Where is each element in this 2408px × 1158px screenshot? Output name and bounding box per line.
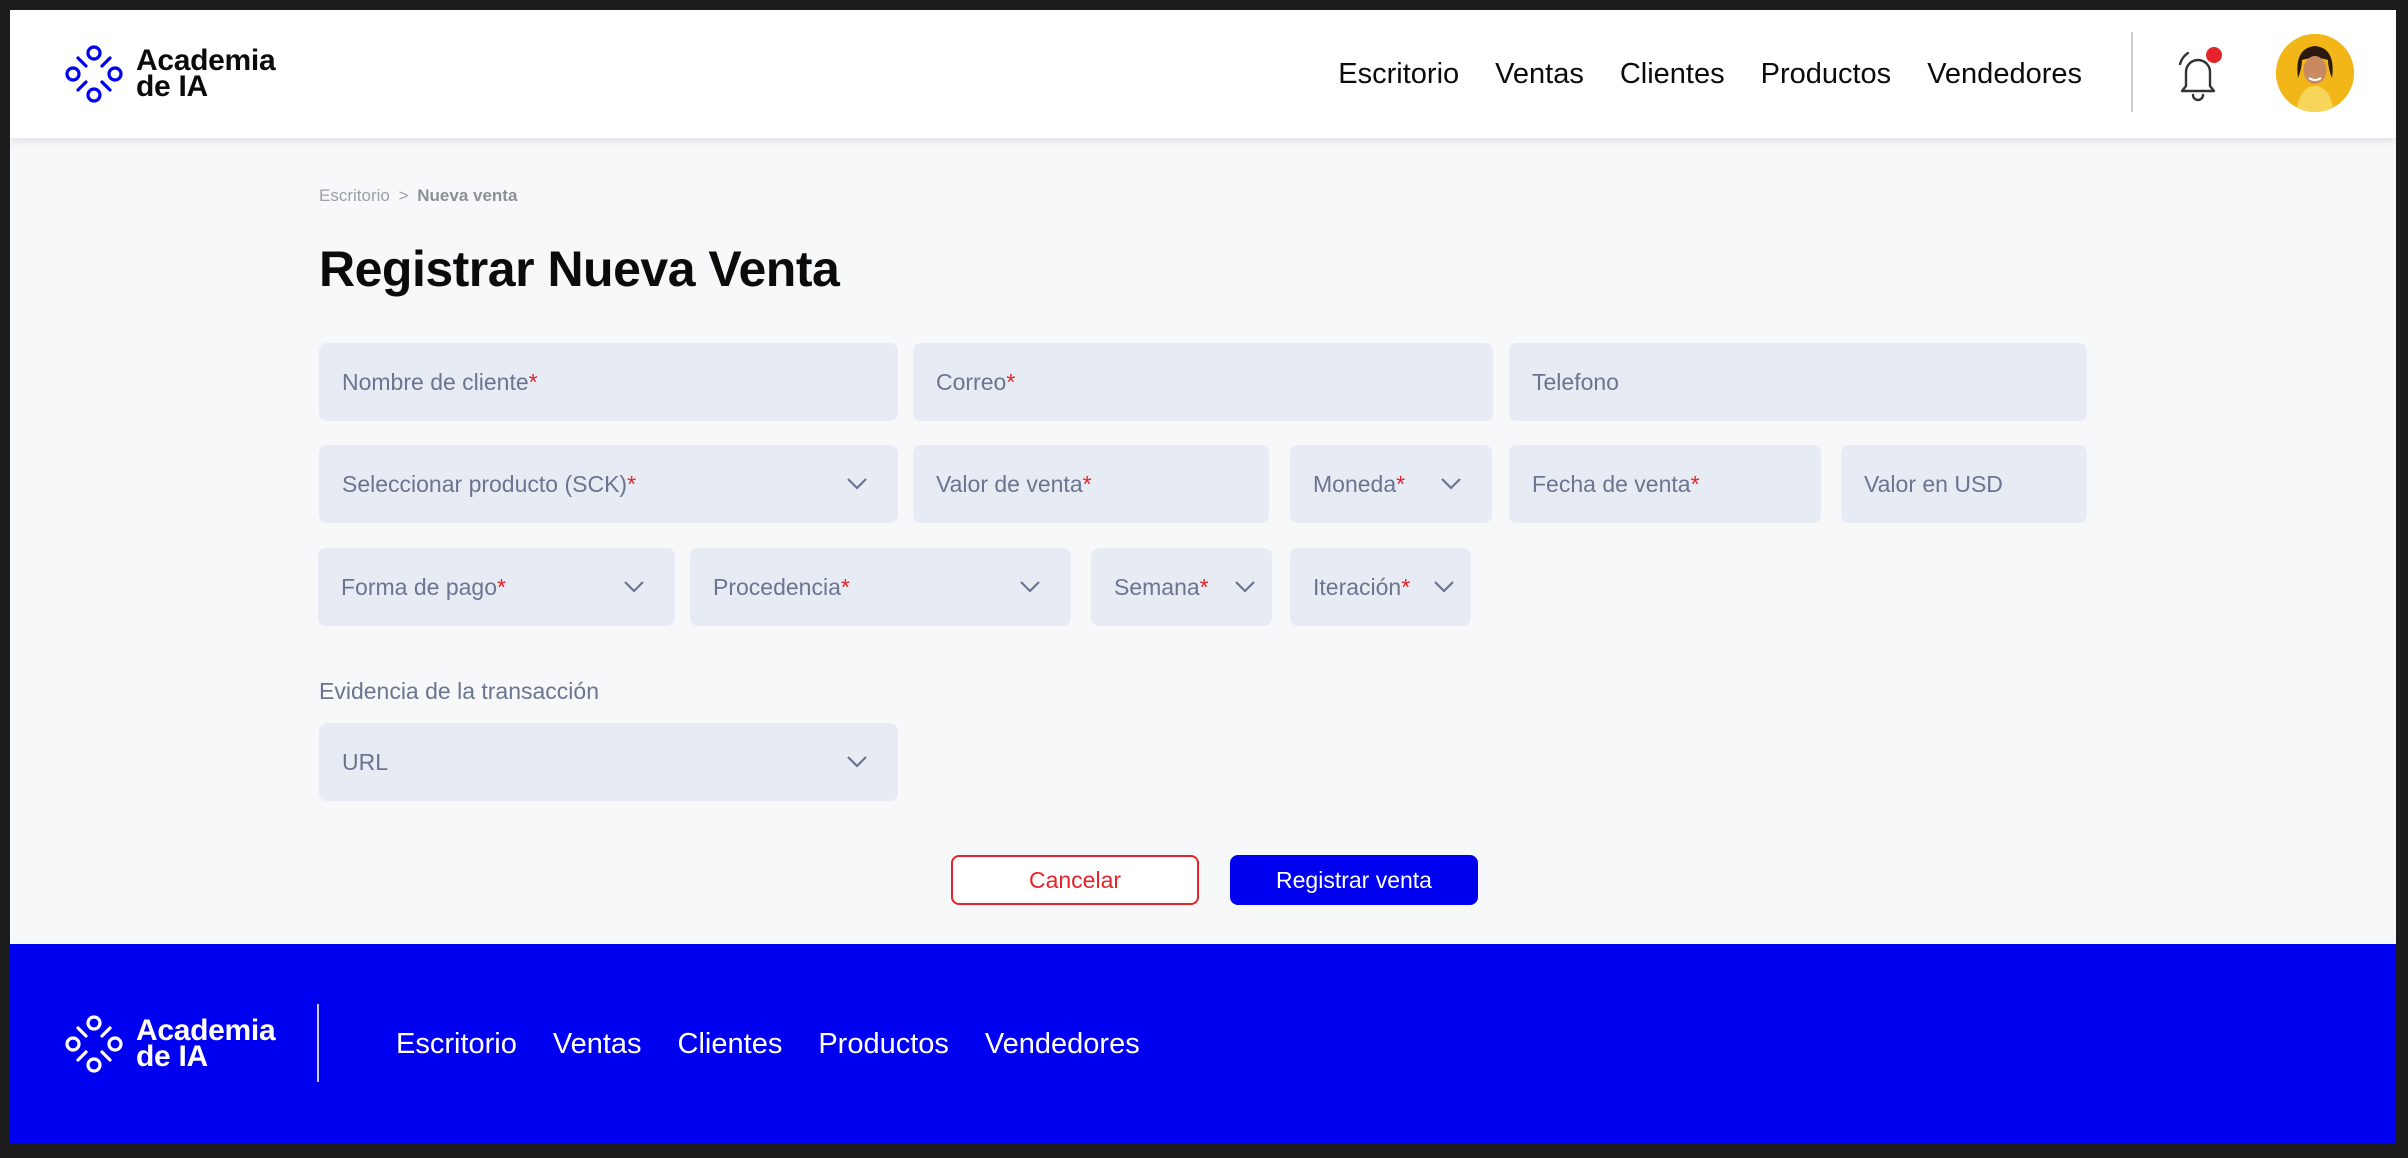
sale-value-field[interactable]: Valor de venta * — [913, 445, 1269, 523]
notification-badge — [2206, 47, 2222, 63]
nav-vendedores[interactable]: Vendedores — [1927, 58, 2082, 91]
footer-divider — [317, 1004, 319, 1082]
top-header: Academia de IA Escritorio Ventas Cliente… — [10, 10, 2396, 138]
product-select[interactable]: Seleccionar producto (SCK) * — [319, 445, 898, 523]
logo-icon — [65, 1015, 123, 1073]
nav-clientes[interactable]: Clientes — [1620, 58, 1725, 91]
breadcrumb-current: Nueva venta — [417, 186, 518, 205]
nav-ventas[interactable]: Ventas — [1495, 58, 1584, 91]
header-nav: Escritorio Ventas Clientes Productos Ven… — [1338, 10, 2082, 138]
client-name-field[interactable]: Nombre de cliente * — [319, 343, 898, 421]
footer-nav-clientes[interactable]: Clientes — [678, 1028, 783, 1061]
chevron-down-icon — [624, 581, 644, 593]
app-window: Academia de IA Escritorio Ventas Cliente… — [10, 10, 2396, 1144]
header-divider — [2131, 32, 2133, 112]
evidence-label: Evidencia de la transacción — [319, 678, 599, 704]
currency-select[interactable]: Moneda * — [1290, 445, 1492, 523]
footer-nav-ventas[interactable]: Ventas — [553, 1028, 642, 1061]
nav-escritorio[interactable]: Escritorio — [1338, 58, 1459, 91]
evidence-url-select[interactable]: URL — [319, 723, 898, 801]
origin-select[interactable]: Procedencia * — [690, 548, 1071, 626]
chevron-down-icon — [847, 478, 867, 490]
footer-nav-vendedores[interactable]: Vendedores — [985, 1028, 1140, 1061]
email-field[interactable]: Correo * — [913, 343, 1493, 421]
footer-brand-logo[interactable]: Academia de IA — [64, 1014, 276, 1074]
chevron-down-icon — [847, 756, 867, 768]
chevron-down-icon — [1434, 581, 1454, 593]
phone-field[interactable]: Telefono — [1509, 343, 2087, 421]
week-select[interactable]: Semana * — [1091, 548, 1272, 626]
register-sale-button[interactable]: Registrar venta — [1230, 855, 1478, 905]
footer-nav-escritorio[interactable]: Escritorio — [396, 1028, 517, 1061]
footer: Academia de IA Escritorio Ventas Cliente… — [10, 944, 2396, 1144]
chevron-down-icon — [1020, 581, 1040, 593]
sale-date-field[interactable]: Fecha de venta * — [1509, 445, 1821, 523]
chevron-down-icon — [1235, 581, 1255, 593]
breadcrumb-separator: > — [398, 186, 409, 205]
avatar[interactable] — [2276, 34, 2354, 112]
breadcrumb-parent[interactable]: Escritorio — [319, 186, 390, 205]
chevron-down-icon — [1441, 478, 1461, 490]
iteration-select[interactable]: Iteración * — [1290, 548, 1471, 626]
brand-name: Academia de IA — [136, 44, 276, 103]
page-title: Registrar Nueva Venta — [319, 241, 840, 297]
nav-productos[interactable]: Productos — [1761, 58, 1892, 91]
cancel-button[interactable]: Cancelar — [951, 855, 1199, 905]
payment-method-select[interactable]: Forma de pago * — [318, 548, 675, 626]
usd-value-field[interactable]: Valor en USD — [1841, 445, 2087, 523]
breadcrumb: Escritorio > Nueva venta — [319, 186, 517, 206]
avatar-image — [2276, 34, 2354, 112]
footer-brand-name: Academia de IA — [136, 1014, 276, 1073]
footer-nav: Escritorio Ventas Clientes Productos Ven… — [396, 944, 1140, 1144]
logo-icon — [65, 45, 123, 103]
brand-logo[interactable]: Academia de IA — [64, 44, 276, 104]
footer-nav-productos[interactable]: Productos — [818, 1028, 949, 1061]
